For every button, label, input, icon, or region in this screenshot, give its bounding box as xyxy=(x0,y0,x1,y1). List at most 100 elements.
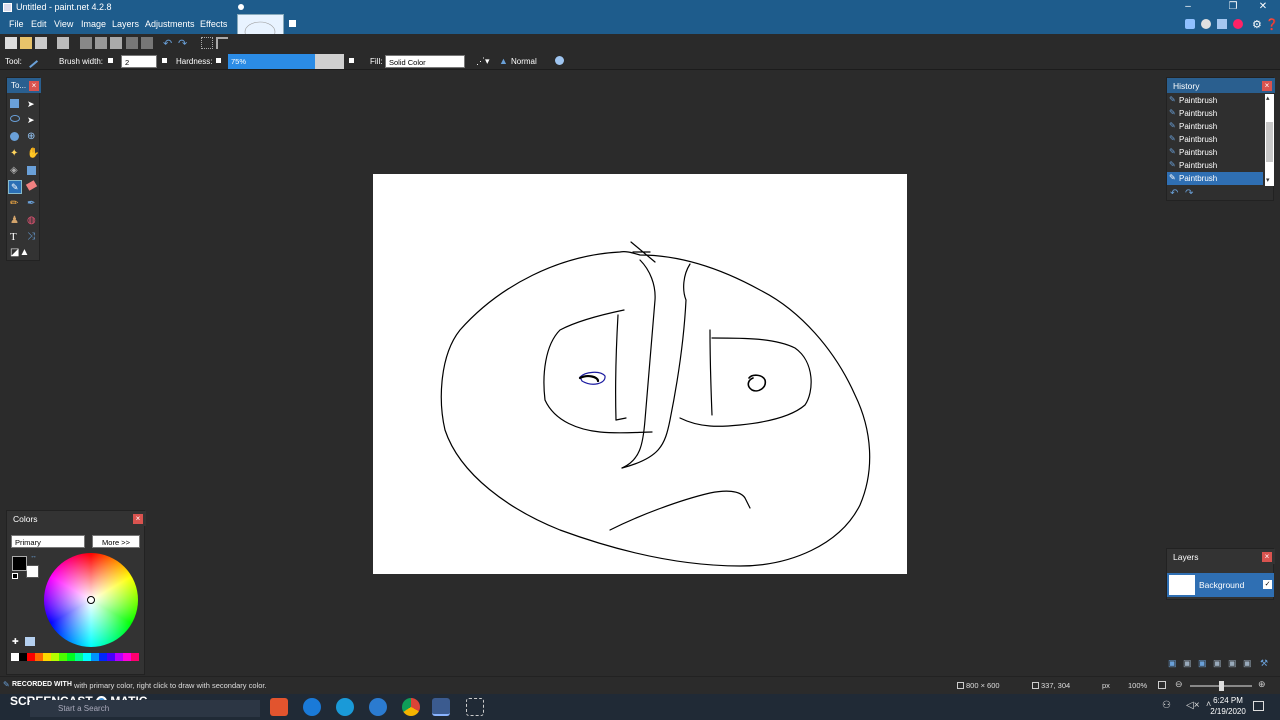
ccleaner-icon[interactable] xyxy=(369,698,387,716)
clock-date[interactable]: 2/19/2020 xyxy=(1204,707,1252,716)
crop-icon[interactable] xyxy=(126,37,138,49)
zoom-slider[interactable] xyxy=(1190,681,1252,691)
help-icon[interactable]: ❓ xyxy=(1265,18,1279,31)
copy-icon[interactable] xyxy=(95,37,107,49)
menu-file[interactable]: File xyxy=(9,19,24,29)
units-select[interactable]: px xyxy=(1102,681,1110,690)
tool-magic-wand[interactable]: ✦ xyxy=(10,148,18,159)
history-redo-icon[interactable]: ↷ xyxy=(1185,188,1193,199)
palette-swatch[interactable] xyxy=(27,653,35,661)
blend-mode-select[interactable]: Normal xyxy=(511,57,537,66)
snipping-icon[interactable] xyxy=(466,698,484,716)
history-item[interactable]: ✎ Paintbrush xyxy=(1167,146,1263,159)
paintbrush-tool-icon[interactable] xyxy=(23,53,39,69)
menu-adjustments[interactable]: Adjustments xyxy=(145,19,195,29)
palette-swatch[interactable] xyxy=(11,653,19,661)
tool-pencil[interactable]: ✏ xyxy=(10,198,18,209)
palette-swatch[interactable] xyxy=(131,653,139,661)
rulers-icon[interactable] xyxy=(216,37,228,49)
search-box[interactable]: Start a Search xyxy=(30,700,260,717)
history-item[interactable]: ✎ Paintbrush xyxy=(1167,159,1263,172)
tool-clone-stamp[interactable]: ♟ xyxy=(10,215,19,226)
duplicate-layer-icon[interactable]: ▣ xyxy=(1198,658,1207,669)
palette-strip[interactable] xyxy=(11,653,141,669)
move-layer-down-icon[interactable]: ▣ xyxy=(1243,658,1252,669)
tool-line-curve[interactable]: ⤨ xyxy=(27,231,35,242)
history-item[interactable]: ✎ Paintbrush xyxy=(1167,133,1263,146)
zoom-slider-thumb[interactable] xyxy=(1219,681,1224,691)
merge-layer-icon[interactable]: ▣ xyxy=(1213,658,1222,669)
edge-icon[interactable] xyxy=(303,698,321,716)
add-layer-icon[interactable]: ▣ xyxy=(1168,658,1177,669)
settings-icon[interactable]: ⚙ xyxy=(1252,18,1262,31)
color-mode-select[interactable]: Primary xyxy=(11,535,85,548)
history-item-selected[interactable]: ✎ Paintbrush xyxy=(1167,172,1263,185)
history-undo-icon[interactable]: ↶ xyxy=(1170,188,1178,199)
skype-icon[interactable] xyxy=(336,698,354,716)
history-item[interactable]: ✎ Paintbrush xyxy=(1167,94,1263,107)
undo-icon[interactable]: ↶ xyxy=(163,37,175,50)
palette-swatch[interactable] xyxy=(123,653,131,661)
palette-swatch[interactable] xyxy=(35,653,43,661)
palette-swatch[interactable] xyxy=(107,653,115,661)
tool-ellipse-select[interactable] xyxy=(10,132,19,141)
notification-icon[interactable] xyxy=(1253,701,1264,711)
task-view-icon[interactable] xyxy=(270,698,288,716)
colors-close-icon[interactable]: × xyxy=(133,514,143,524)
secondary-color-swatch[interactable] xyxy=(26,565,39,578)
restore-icon[interactable]: ❐ xyxy=(1226,1,1240,14)
open-icon[interactable] xyxy=(20,37,32,49)
history-item[interactable]: ✎ Paintbrush xyxy=(1167,120,1263,133)
zoom-value[interactable]: 100% xyxy=(1128,681,1147,690)
zoom-in-icon[interactable]: ⊕ xyxy=(1258,679,1266,690)
tool-pan[interactable]: ✋ xyxy=(27,148,39,159)
scroll-down-icon[interactable]: ▾ xyxy=(1266,176,1270,184)
tool-recolor[interactable]: ◍ xyxy=(27,215,36,226)
more-button[interactable]: More >> xyxy=(92,535,140,548)
palette-menu-icon[interactable] xyxy=(25,637,35,646)
tool-rectangle-select[interactable] xyxy=(10,99,19,108)
primary-color-swatch[interactable] xyxy=(12,556,27,571)
palette-swatch[interactable] xyxy=(43,653,51,661)
antialias-icon[interactable]: ⋰▾ xyxy=(476,56,490,67)
tab-list-icon[interactable] xyxy=(289,20,296,27)
tool-move-selected[interactable]: ➤ xyxy=(27,115,35,126)
layers-close-icon[interactable]: × xyxy=(1262,552,1272,562)
paste-icon[interactable] xyxy=(110,37,122,49)
hardness-decrease-icon[interactable] xyxy=(216,58,221,63)
zoom-fit-icon[interactable] xyxy=(1158,681,1166,689)
tool-paintbrush[interactable]: ✎ xyxy=(8,180,22,194)
tool-zoom[interactable]: ⊕ xyxy=(27,131,35,142)
tool-paint-bucket[interactable]: ◈ xyxy=(10,165,18,176)
scroll-thumb[interactable] xyxy=(1266,122,1273,162)
colors-toggle-icon[interactable] xyxy=(1233,19,1243,29)
add-palette-color-icon[interactable]: ✚ xyxy=(12,637,19,646)
tray-person-icon[interactable]: ⚇ xyxy=(1162,700,1171,711)
grid-icon[interactable] xyxy=(201,37,213,49)
drawing-canvas[interactable] xyxy=(373,174,907,574)
paintnet-icon[interactable] xyxy=(432,698,450,716)
clock-time[interactable]: 6:24 PM xyxy=(1208,696,1248,705)
color-wheel-cursor[interactable] xyxy=(87,596,95,604)
tools-close-icon[interactable]: × xyxy=(29,81,39,91)
palette-swatch[interactable] xyxy=(115,653,123,661)
fill-select[interactable]: Solid Color xyxy=(385,55,465,68)
reset-colors-icon[interactable] xyxy=(12,573,18,579)
new-icon[interactable] xyxy=(5,37,17,49)
history-scrollbar[interactable]: ▴ ▾ xyxy=(1265,94,1274,186)
history-item[interactable]: ✎ Paintbrush xyxy=(1167,107,1263,120)
color-wheel[interactable] xyxy=(44,553,138,647)
tool-color-picker[interactable]: ✒ xyxy=(27,198,35,209)
history-toggle-icon[interactable] xyxy=(1201,19,1211,29)
redo-icon[interactable]: ↷ xyxy=(178,37,190,50)
history-list[interactable]: ✎ Paintbrush ✎ Paintbrush ✎ Paintbrush ✎ Pai… xyxy=(1167,94,1264,186)
deselect-icon[interactable] xyxy=(141,37,153,49)
menu-image[interactable]: Image xyxy=(81,19,106,29)
tool-lasso[interactable] xyxy=(10,115,20,122)
swap-colors-icon[interactable]: ↔ xyxy=(30,553,37,560)
cut-icon[interactable] xyxy=(80,37,92,49)
brush-width-decrease-icon[interactable] xyxy=(108,58,113,63)
palette-swatch[interactable] xyxy=(75,653,83,661)
palette-swatch[interactable] xyxy=(99,653,107,661)
layer-visibility-checkbox[interactable]: ✓ xyxy=(1263,580,1272,589)
